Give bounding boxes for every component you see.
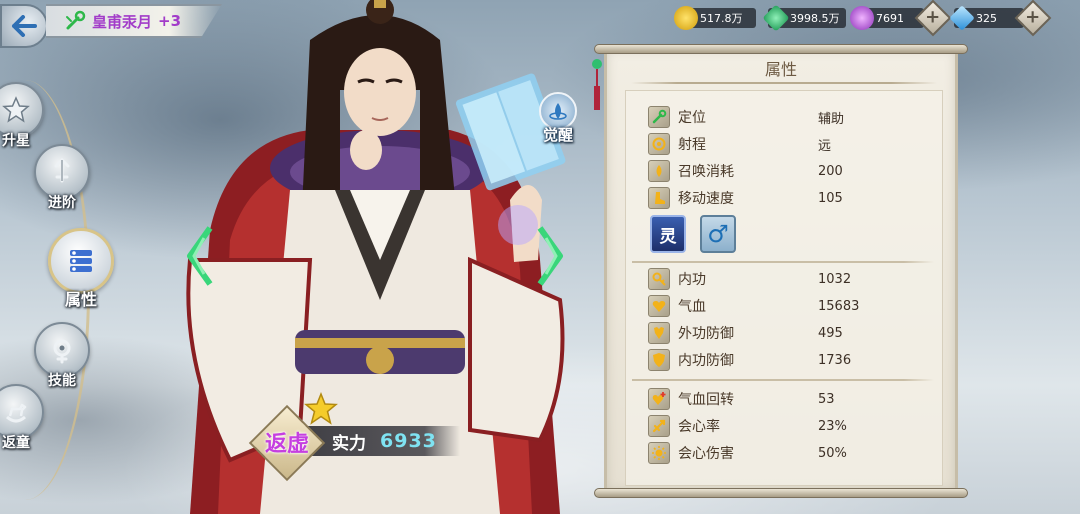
crit-icon bbox=[648, 415, 670, 437]
stat-value: 远 bbox=[818, 138, 832, 154]
scroll-paper: 属性 定位 辅助 射程 远 召唤消耗 200 移动速度 105 灵 ♂ 内功 1… bbox=[604, 50, 958, 490]
shield-icon bbox=[648, 349, 670, 371]
key-icon bbox=[648, 268, 670, 290]
quality-badge: 返虚 bbox=[248, 404, 326, 482]
stat-label: 内功防御 bbox=[678, 353, 734, 369]
menu-item-advance[interactable]: 进阶 bbox=[34, 144, 90, 212]
resource-diamond: 325 bbox=[949, 5, 1024, 31]
stat-value: 53 bbox=[818, 391, 835, 407]
resource-spirit-orb: 7691 bbox=[850, 6, 924, 30]
gender-male-icon: ♂ bbox=[700, 215, 736, 253]
panel-title: 属性 bbox=[764, 60, 797, 79]
stat-label: 会心伤害 bbox=[678, 446, 734, 462]
stat-row-crit-rate: 会心率 23% bbox=[648, 414, 847, 438]
power-value: 6933 bbox=[380, 430, 437, 452]
stat-value: 1736 bbox=[818, 352, 852, 368]
awaken-label: 觉醒 bbox=[542, 126, 573, 144]
skill-icon bbox=[53, 339, 71, 364]
scroll-rod-bottom bbox=[594, 488, 968, 498]
plus-icon: + bbox=[1025, 7, 1041, 29]
plus-icon: + bbox=[925, 7, 941, 29]
attribute-panel: 属性 定位 辅助 射程 远 召唤消耗 200 移动速度 105 灵 ♂ 内功 1… bbox=[592, 44, 968, 498]
stat-row-inner-power: 内功 1032 bbox=[648, 267, 851, 291]
hero-name: 皇甫汞月 bbox=[92, 12, 153, 31]
stat-row-hp: 气血 15683 bbox=[648, 294, 859, 318]
resource-gold: 517.8万 bbox=[674, 6, 756, 30]
quality-text: 返虚 bbox=[264, 431, 309, 457]
stat-value: 23% bbox=[818, 418, 847, 434]
menu-item-rebirth[interactable]: 返童 bbox=[0, 384, 44, 452]
stat-row-inner-defense: 内功防御 1736 bbox=[648, 348, 851, 372]
star-icon bbox=[2, 96, 30, 123]
stat-label: 射程 bbox=[678, 137, 706, 153]
role-icon bbox=[648, 106, 670, 128]
stat-value: 15683 bbox=[818, 298, 860, 314]
stat-value: 495 bbox=[818, 325, 843, 341]
stat-row-physical-defense: 外功防御 495 bbox=[648, 321, 843, 345]
stat-label: 定位 bbox=[678, 110, 706, 126]
stat-value: 辅助 bbox=[818, 111, 845, 127]
heart-plus-icon bbox=[648, 388, 670, 410]
menu-label: 进阶 bbox=[48, 195, 76, 211]
side-menu: 升星 进阶 属性 技能 返童 bbox=[0, 80, 130, 514]
menu-item-star-up[interactable]: 升星 bbox=[0, 82, 44, 150]
awaken-button[interactable]: 觉醒 bbox=[534, 92, 582, 152]
jade-tassel-icon bbox=[592, 59, 602, 110]
stat-label: 外功防御 bbox=[678, 326, 734, 342]
stat-row-move-speed: 移动速度 105 bbox=[648, 186, 843, 210]
armor-icon bbox=[648, 322, 670, 344]
stat-value: 1032 bbox=[818, 271, 852, 287]
previous-hero-arrow-icon[interactable] bbox=[184, 224, 214, 288]
menu-item-attributes[interactable]: 属性 bbox=[48, 228, 114, 310]
resource-jade: 3998.5万 bbox=[762, 4, 846, 32]
stat-row-range: 射程 远 bbox=[648, 132, 831, 156]
faction-badge[interactable]: 灵 bbox=[650, 215, 686, 253]
next-hero-arrow-icon[interactable] bbox=[536, 224, 566, 288]
menu-label: 技能 bbox=[48, 373, 76, 389]
menu-label: 属性 bbox=[64, 290, 97, 309]
stats-list[interactable]: 定位 辅助 射程 远 召唤消耗 200 移动速度 105 灵 ♂ 内功 1032… bbox=[625, 90, 943, 486]
stat-label: 移动速度 bbox=[678, 191, 734, 207]
list-icon bbox=[70, 250, 92, 272]
stat-label: 召唤消耗 bbox=[678, 164, 734, 180]
stat-value: 200 bbox=[818, 163, 843, 179]
stat-row-summon-cost: 召唤消耗 200 bbox=[648, 159, 843, 183]
scroll-rod-top bbox=[594, 44, 968, 54]
rocking-horse-icon bbox=[6, 403, 27, 423]
menu-label: 升星 bbox=[2, 133, 30, 149]
stat-row-hp-regen: 气血回转 53 bbox=[648, 387, 835, 411]
boot-icon bbox=[648, 187, 670, 209]
heart-icon bbox=[648, 295, 670, 317]
stat-row-role: 定位 辅助 bbox=[648, 105, 844, 129]
section-divider bbox=[632, 261, 934, 263]
menu-item-skills[interactable]: 技能 bbox=[34, 322, 90, 390]
stat-row-crit-damage: 会心伤害 50% bbox=[648, 441, 847, 465]
gold-coin-icon bbox=[674, 6, 698, 30]
stat-label: 内功 bbox=[678, 272, 706, 288]
sword-up-icon bbox=[54, 157, 70, 183]
stat-label: 气血回转 bbox=[678, 392, 734, 408]
sun-icon bbox=[648, 442, 670, 464]
spirit-orb-icon bbox=[850, 6, 874, 30]
stat-label: 会心率 bbox=[678, 419, 720, 435]
menu-label: 返童 bbox=[2, 435, 30, 451]
target-icon bbox=[648, 133, 670, 155]
stat-label: 气血 bbox=[678, 299, 706, 315]
back-button[interactable] bbox=[0, 4, 48, 48]
menu-circle bbox=[48, 228, 114, 294]
power-label: 实力 bbox=[332, 433, 366, 454]
section-divider bbox=[632, 379, 934, 381]
back-arrow-icon bbox=[12, 15, 37, 37]
stat-value: 105 bbox=[818, 190, 843, 206]
title-divider bbox=[631, 82, 937, 84]
stat-value: 50% bbox=[818, 445, 847, 461]
drop-icon bbox=[648, 160, 670, 182]
support-role-icon bbox=[66, 10, 86, 30]
